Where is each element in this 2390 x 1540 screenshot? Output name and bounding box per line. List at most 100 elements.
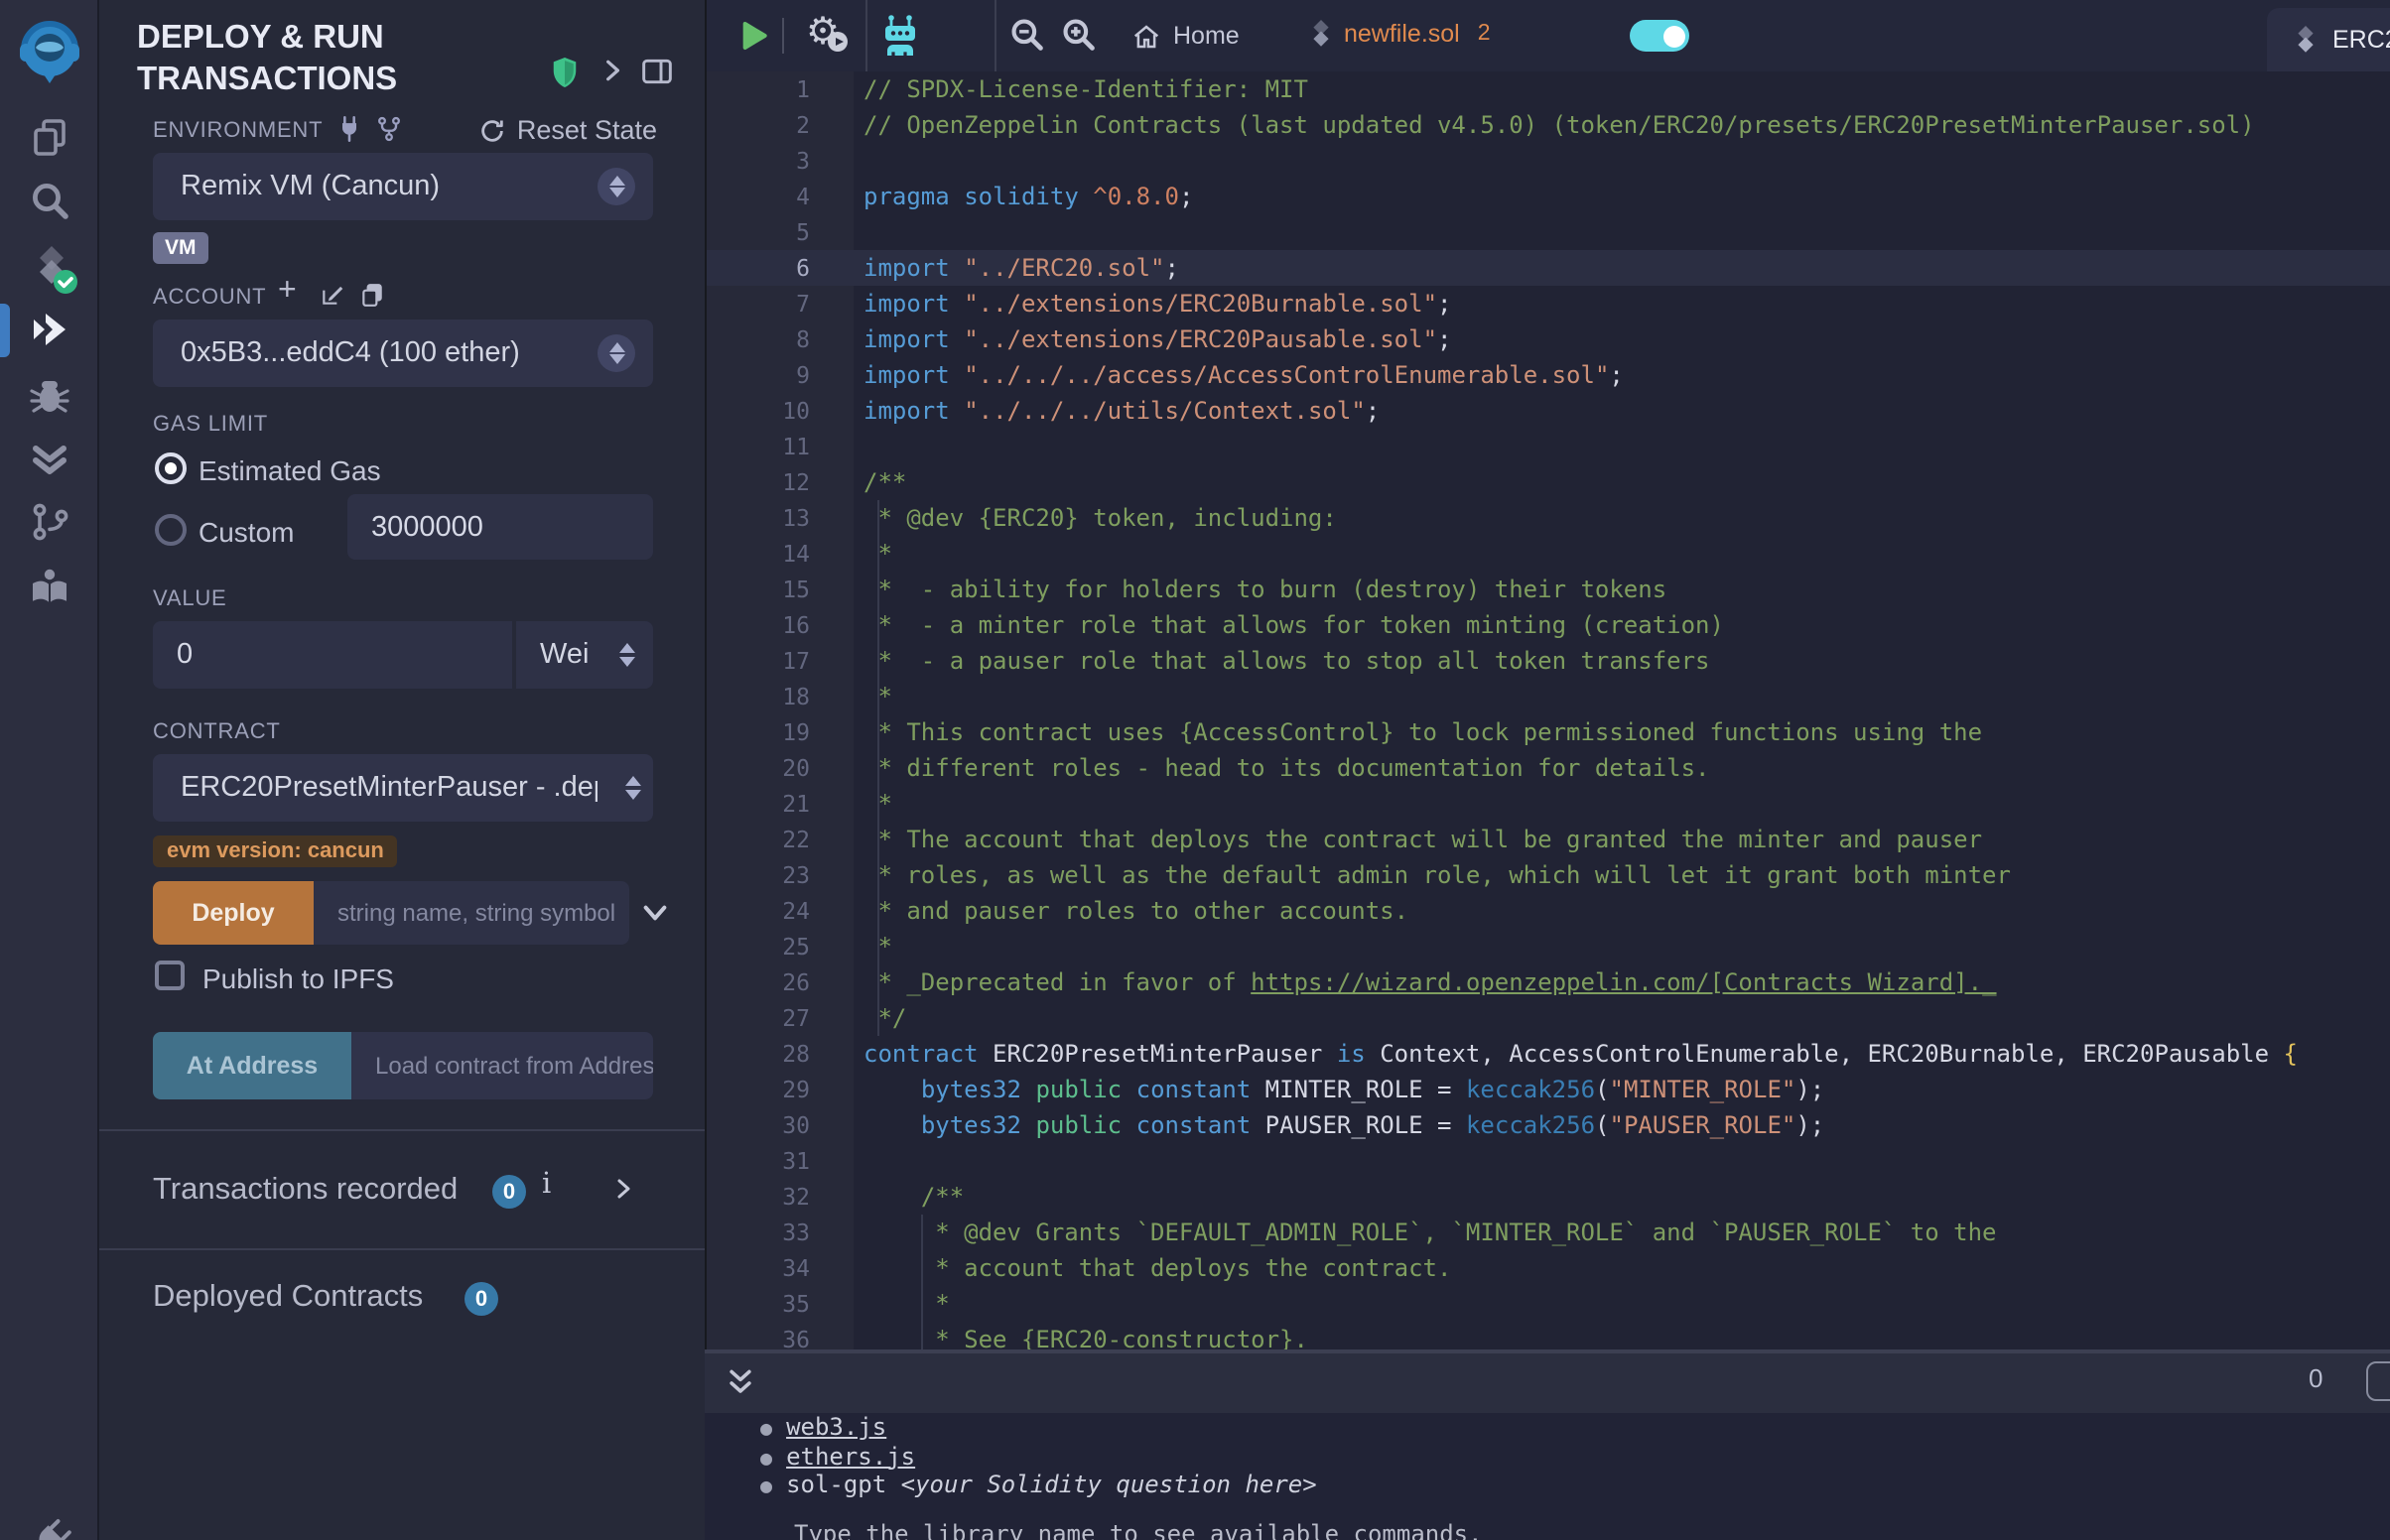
ai-robot-icon[interactable] [879, 14, 921, 58]
code-editor[interactable]: 1// SPDX-License-Identifier: MIT2// Open… [707, 71, 2390, 1349]
add-account-icon[interactable]: + [278, 274, 297, 310]
account-select[interactable]: 0x5B3...eddC4 (100 ether) [153, 320, 653, 387]
code-line[interactable]: 6import "../ERC20.sol"; [707, 250, 2390, 286]
code-line[interactable]: 17 * - a pauser role that allows to stop… [707, 643, 2390, 679]
code-text: * [863, 679, 892, 714]
value-unit-select[interactable]: Wei [516, 621, 653, 689]
copy-account-icon[interactable] [359, 282, 385, 308]
deployed-contracts-label: Deployed Contracts [153, 1280, 423, 1316]
collapse-terminal-icon[interactable] [725, 1367, 756, 1399]
code-line[interactable]: 26 * _Deprecated in favor of https://wiz… [707, 964, 2390, 1000]
active-plugin-indicator [0, 304, 10, 357]
zoom-in-icon[interactable] [1060, 16, 1098, 54]
code-line[interactable]: 1// SPDX-License-Identifier: MIT [707, 71, 2390, 107]
environment-select[interactable]: Remix VM (Cancun) [153, 153, 653, 220]
tab-erc20presetminterpauser[interactable]: ERC20PresetMinterPauser.sol × [2267, 8, 2390, 71]
expand-params-icon[interactable] [639, 897, 671, 929]
code-text: * @dev {ERC20} token, including: [863, 500, 1337, 536]
debugger-icon[interactable] [28, 373, 71, 417]
code-line[interactable]: 10import "../../../utils/Context.sol"; [707, 393, 2390, 429]
code-line[interactable]: 23 * roles, as well as the default admin… [707, 857, 2390, 893]
code-line[interactable]: 28contract ERC20PresetMinterPauser is Co… [707, 1036, 2390, 1072]
code-line[interactable]: 3 [707, 143, 2390, 179]
line-number: 6 [707, 250, 810, 286]
code-line[interactable]: 36 * See {ERC20-constructor}. [707, 1322, 2390, 1349]
code-line[interactable]: 15 * - ability for holders to burn (dest… [707, 572, 2390, 607]
deploy-button[interactable]: Deploy [153, 881, 314, 945]
tab-home[interactable]: Home [1124, 0, 1247, 71]
code-line[interactable]: 35 * [707, 1286, 2390, 1322]
code-line[interactable]: 5 [707, 214, 2390, 250]
code-line[interactable]: 18 * [707, 679, 2390, 714]
code-text: * [863, 1286, 950, 1322]
learneth-icon[interactable] [28, 564, 71, 607]
code-line[interactable]: 21 * [707, 786, 2390, 822]
solidity-compiler-icon[interactable] [28, 244, 71, 288]
at-address-input[interactable] [351, 1032, 653, 1099]
code-line[interactable]: 14 * [707, 536, 2390, 572]
code-line[interactable]: 30 bytes32 public constant PAUSER_ROLE =… [707, 1107, 2390, 1143]
plugin-manager-icon[interactable] [19, 1507, 80, 1540]
terminal-library-link[interactable]: ●web3.js [760, 1413, 886, 1445]
code-line[interactable]: 31 [707, 1143, 2390, 1179]
code-line[interactable]: 22 * The account that deploys the contra… [707, 822, 2390, 857]
remix-logo-icon[interactable] [14, 16, 85, 87]
code-line[interactable]: 27 */ [707, 1000, 2390, 1036]
code-text: * This contract uses {AccessControl} to … [863, 714, 1982, 750]
reset-state-button[interactable]: Reset State [479, 115, 657, 145]
code-line[interactable]: 24 * and pauser roles to other accounts. [707, 893, 2390, 929]
account-label: ACCOUNT [153, 286, 266, 310]
estimated-gas-radio[interactable] [155, 452, 187, 484]
fork-icon[interactable] [375, 115, 403, 143]
terminal-library-link[interactable]: ●ethers.js [760, 1442, 915, 1474]
search-icon[interactable] [28, 179, 71, 222]
code-line[interactable]: 9import "../../../access/AccessControlEn… [707, 357, 2390, 393]
code-line[interactable]: 34 * account that deploys the contract. [707, 1250, 2390, 1286]
tab-newfile[interactable]: newfile.sol 2 [1310, 20, 1491, 48]
line-number: 23 [707, 857, 810, 893]
code-line[interactable]: 12/** [707, 464, 2390, 500]
run-script-icon[interactable] [738, 20, 770, 52]
git-icon[interactable] [28, 500, 71, 544]
code-line[interactable]: 29 bytes32 public constant MINTER_ROLE =… [707, 1072, 2390, 1107]
pin-panel-icon[interactable] [641, 58, 673, 85]
chevron-right-icon[interactable] [599, 58, 625, 83]
code-text: * different roles - head to its document… [863, 750, 1710, 786]
expand-transactions-icon[interactable] [611, 1177, 635, 1201]
custom-gas-input[interactable] [347, 494, 653, 560]
code-line[interactable]: 2// OpenZeppelin Contracts (last updated… [707, 107, 2390, 143]
contract-select[interactable]: ERC20PresetMinterPauser - .deps/ [153, 754, 653, 822]
line-number: 36 [707, 1322, 810, 1349]
ai-copilot-toggle[interactable] [1630, 20, 1689, 52]
script-config-gear-icon[interactable]: ⚙ [806, 10, 840, 56]
terminal-network-checkbox[interactable] [2366, 1361, 2390, 1401]
deploy-params-input[interactable] [314, 881, 629, 945]
deploy-and-run-icon[interactable] [28, 308, 71, 351]
terminal-content[interactable]: ●web3.js●ethers.js●sol-gpt <your Solidit… [705, 1413, 2390, 1540]
deployed-count-badge: 0 [465, 1282, 498, 1316]
code-line[interactable]: 33 * @dev Grants `DEFAULT_ADMIN_ROLE`, `… [707, 1215, 2390, 1250]
zoom-out-icon[interactable] [1008, 16, 1046, 54]
publish-ipfs-checkbox[interactable] [155, 961, 185, 990]
code-line[interactable]: 16 * - a minter role that allows for tok… [707, 607, 2390, 643]
custom-gas-radio[interactable] [155, 514, 187, 546]
code-line[interactable]: 4pragma solidity ^0.8.0; [707, 179, 2390, 214]
plug-icon[interactable] [335, 115, 363, 143]
edit-account-icon[interactable] [320, 282, 345, 308]
value-input[interactable] [153, 621, 512, 689]
unit-testing-icon[interactable] [28, 437, 71, 480]
shield-icon[interactable] [550, 56, 580, 89]
at-address-button[interactable]: At Address [153, 1032, 351, 1099]
code-line[interactable]: 13 * @dev {ERC20} token, including: [707, 500, 2390, 536]
code-line[interactable]: 8import "../extensions/ERC20Pausable.sol… [707, 321, 2390, 357]
code-line[interactable]: 11 [707, 429, 2390, 464]
code-line[interactable]: 25 * [707, 929, 2390, 964]
code-line[interactable]: 19 * This contract uses {AccessControl} … [707, 714, 2390, 750]
code-line[interactable]: 32 /** [707, 1179, 2390, 1215]
code-line[interactable]: 7import "../extensions/ERC20Burnable.sol… [707, 286, 2390, 321]
gas-limit-label: GAS LIMIT [153, 413, 268, 437]
terminal-bar[interactable] [705, 1349, 2390, 1413]
info-icon[interactable]: i [542, 1169, 551, 1201]
file-explorer-icon[interactable] [28, 115, 71, 159]
code-line[interactable]: 20 * different roles - head to its docum… [707, 750, 2390, 786]
